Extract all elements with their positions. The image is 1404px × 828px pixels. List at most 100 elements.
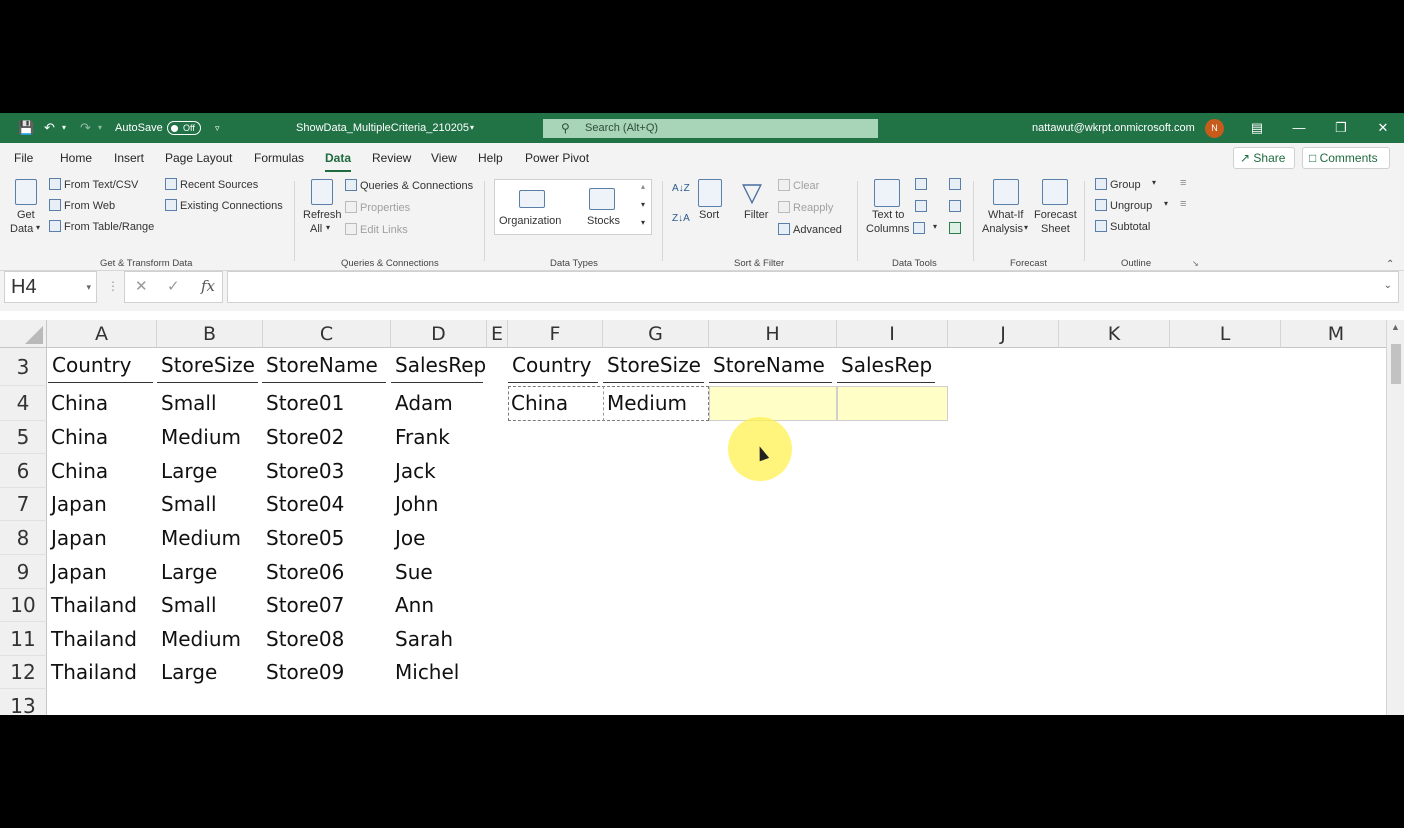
customize-qat-icon[interactable]: ▿: [215, 113, 220, 143]
column-header-c[interactable]: C: [263, 320, 391, 348]
cell-country[interactable]: Japan: [47, 555, 107, 589]
cell-salesrep[interactable]: Joe: [391, 521, 425, 555]
account-name[interactable]: nattawut@wkrpt.onmicrosoft.com: [1032, 113, 1195, 143]
insert-function-icon[interactable]: fx: [201, 277, 215, 295]
row-header[interactable]: 9: [0, 555, 47, 589]
gallery-more-icon[interactable]: ▾: [641, 218, 645, 227]
what-if-dropdown-icon[interactable]: ▾: [1024, 223, 1028, 232]
cell-storename[interactable]: Store05: [262, 521, 344, 555]
cell-storename[interactable]: Store08: [262, 622, 344, 656]
row-header[interactable]: 6: [0, 454, 47, 488]
tab-insert[interactable]: Insert: [114, 151, 144, 165]
data-header-country[interactable]: Country: [48, 348, 153, 383]
row-header[interactable]: 12: [0, 656, 47, 689]
clear-button[interactable]: Clear: [778, 179, 819, 192]
relationships-icon[interactable]: [949, 200, 961, 212]
refresh-label-2[interactable]: All: [310, 223, 322, 235]
cell-country[interactable]: China: [47, 421, 108, 454]
row-header[interactable]: 13: [0, 689, 47, 715]
cell-country[interactable]: Thailand: [47, 589, 137, 622]
recent-sources-button[interactable]: Recent Sources: [165, 178, 258, 191]
document-title[interactable]: ShowData_MultipleCriteria_210205: [296, 113, 469, 143]
data-validation-dropdown-icon[interactable]: ▾: [933, 222, 937, 231]
criteria-header-country[interactable]: Country: [508, 348, 598, 383]
column-header-m[interactable]: M: [1281, 320, 1386, 348]
sort-button[interactable]: Sort: [699, 209, 719, 221]
criteria-value-country[interactable]: China: [507, 386, 568, 421]
stocks-button[interactable]: Stocks: [587, 215, 620, 227]
expand-formula-bar-icon[interactable]: ⌄: [1384, 280, 1392, 291]
column-header-i[interactable]: I: [837, 320, 948, 348]
restore-icon[interactable]: ❐: [1321, 113, 1361, 143]
flash-fill-icon[interactable]: [915, 178, 927, 190]
data-header-salesrep[interactable]: SalesRep: [391, 348, 486, 383]
existing-connections-button[interactable]: Existing Connections: [165, 199, 283, 212]
what-if-label-2[interactable]: Analysis: [982, 223, 1023, 235]
cell-storename[interactable]: Store06: [262, 555, 344, 589]
undo-dropdown-icon[interactable]: ▾: [62, 113, 66, 143]
properties-button[interactable]: Properties: [345, 201, 410, 214]
scroll-thumb[interactable]: [1391, 344, 1401, 384]
cell-country[interactable]: Thailand: [47, 656, 137, 689]
show-detail-icon[interactable]: ≡: [1180, 177, 1186, 189]
save-icon[interactable]: 💾: [18, 113, 34, 143]
data-header-storesize[interactable]: StoreSize: [157, 348, 258, 383]
tab-page-layout[interactable]: Page Layout: [165, 151, 232, 165]
reapply-button[interactable]: Reapply: [778, 201, 833, 214]
group-dropdown-icon[interactable]: ▾: [1152, 178, 1156, 187]
hide-detail-icon[interactable]: ≡: [1180, 198, 1186, 210]
cell-storesize[interactable]: Small: [157, 589, 217, 622]
row-header[interactable]: 11: [0, 622, 47, 656]
group-button[interactable]: Group: [1095, 178, 1141, 191]
data-validation-icon[interactable]: [913, 222, 925, 234]
cell-storesize[interactable]: Large: [157, 656, 217, 689]
column-header-b[interactable]: B: [157, 320, 263, 348]
advanced-filter-button[interactable]: Advanced: [778, 223, 842, 236]
criteria-header-salesrep[interactable]: SalesRep: [837, 348, 935, 383]
cell-storename[interactable]: Store03: [262, 454, 344, 488]
text-to-columns-label-2[interactable]: Columns: [866, 223, 909, 235]
refresh-label-1[interactable]: Refresh: [303, 209, 342, 221]
column-header-j[interactable]: J: [948, 320, 1059, 348]
data-model-icon[interactable]: [949, 222, 961, 234]
get-data-dropdown-icon[interactable]: ▾: [36, 223, 40, 232]
cell-salesrep[interactable]: Sarah: [391, 622, 453, 656]
column-header-k[interactable]: K: [1059, 320, 1170, 348]
cell-salesrep[interactable]: Sue: [391, 555, 433, 589]
tab-data[interactable]: Data: [325, 151, 352, 172]
name-box[interactable]: H4 ▾: [4, 271, 97, 303]
criteria-cell-h4[interactable]: [709, 386, 837, 421]
from-text-csv-button[interactable]: From Text/CSV: [49, 178, 138, 191]
cell-country[interactable]: Japan: [47, 521, 107, 555]
criteria-header-storesize[interactable]: StoreSize: [603, 348, 704, 383]
search-box[interactable]: ⚲ Search (Alt+Q): [543, 119, 878, 138]
name-box-dropdown-icon[interactable]: ▾: [86, 272, 91, 302]
gallery-up-icon[interactable]: ▴: [641, 182, 645, 191]
get-data-label-1[interactable]: Get: [17, 209, 35, 221]
cell-country[interactable]: China: [47, 386, 108, 421]
ungroup-button[interactable]: Ungroup: [1095, 199, 1152, 212]
sort-za-icon[interactable]: Z↓A: [672, 213, 690, 224]
minimize-icon[interactable]: —: [1279, 113, 1319, 143]
cell-storename[interactable]: Store01: [262, 386, 344, 421]
cell-storesize[interactable]: Small: [157, 488, 217, 521]
gallery-down-icon[interactable]: ▾: [641, 200, 645, 209]
cell-salesrep[interactable]: John: [391, 488, 439, 521]
cell-storename[interactable]: Store02: [262, 421, 344, 454]
autosave-toggle[interactable]: Off: [167, 121, 201, 135]
cell-country[interactable]: Japan: [47, 488, 107, 521]
cell-storename[interactable]: Store07: [262, 589, 344, 622]
avatar[interactable]: N: [1205, 119, 1224, 138]
more-options-icon[interactable]: ⋮: [107, 279, 119, 293]
cell-salesrep[interactable]: Michel: [391, 656, 459, 689]
criteria-value-storesize[interactable]: Medium: [603, 386, 687, 421]
filter-button[interactable]: Filter: [744, 209, 768, 221]
row-header[interactable]: 7: [0, 488, 47, 521]
select-all-button[interactable]: [0, 320, 47, 348]
cell-salesrep[interactable]: Adam: [391, 386, 453, 421]
cell-storesize[interactable]: Small: [157, 386, 217, 421]
sort-az-icon[interactable]: A↓Z: [672, 183, 690, 194]
row-header[interactable]: 5: [0, 421, 47, 454]
column-header-d[interactable]: D: [391, 320, 487, 348]
redo-dropdown-icon[interactable]: ▾: [98, 113, 102, 143]
